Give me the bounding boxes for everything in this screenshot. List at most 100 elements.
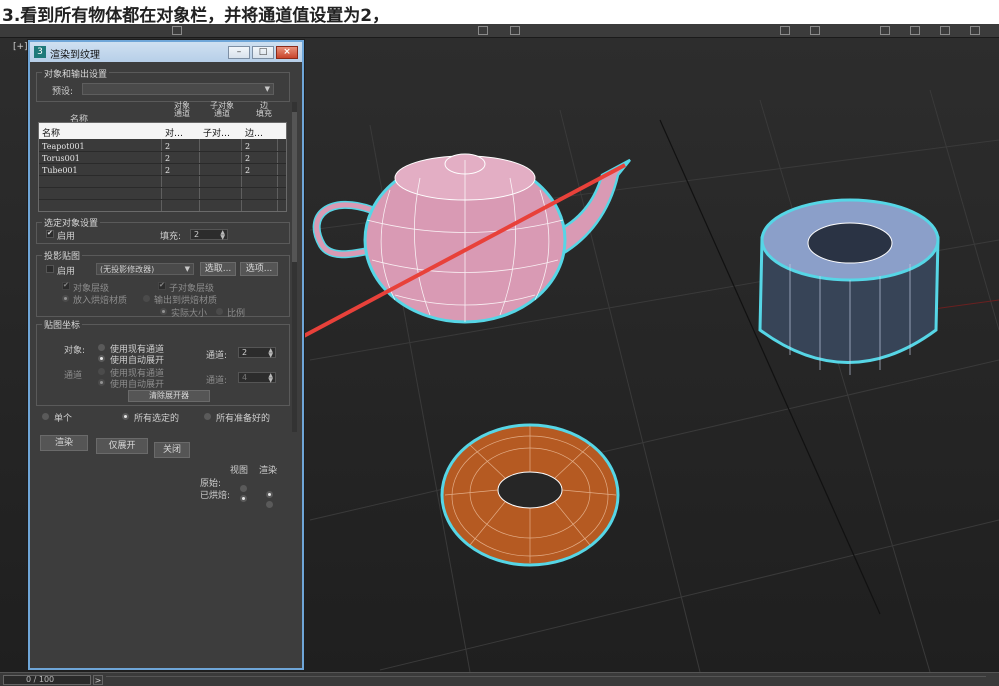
projection-enable-checkbox[interactable]: [46, 265, 54, 273]
chevron-down-icon: ▼: [184, 265, 190, 273]
padding-spinner[interactable]: 2 ▲ ▼: [190, 229, 228, 241]
dialog-title: 渲染到纹理: [50, 50, 100, 61]
render-button[interactable]: 渲染: [40, 435, 88, 451]
obj-channel-caption: 对象 通道: [174, 101, 190, 118]
sub-use-auto-label: 使用自动展开: [110, 380, 165, 390]
padding-label: 填充:: [160, 232, 182, 242]
material-editor-icon[interactable]: [880, 26, 890, 35]
row-padding: 2: [245, 166, 251, 175]
align-icon[interactable]: [780, 26, 790, 35]
use-existing-radio[interactable]: [98, 344, 105, 351]
row-name: Torus001: [42, 154, 80, 163]
preset-dropdown[interactable]: ▼: [82, 83, 274, 95]
subobject-level-checkbox[interactable]: [158, 281, 166, 290]
header-sub-channel[interactable]: 子对…: [203, 126, 230, 139]
row-padding: 2: [245, 154, 251, 163]
mirror-icon[interactable]: [510, 26, 520, 35]
original-view-radio[interactable]: [240, 485, 247, 492]
render-icon[interactable]: [970, 26, 980, 35]
row-obj-channel: 2: [165, 166, 171, 175]
chevron-down-icon: ▼: [264, 85, 270, 93]
put-to-baked-label: 放入烘焙材质: [73, 296, 128, 306]
table-row[interactable]: Torus001 2 2: [39, 153, 286, 164]
baked-render-radio[interactable]: [266, 501, 273, 508]
sub-use-existing-radio[interactable]: [98, 368, 105, 375]
render-frame-icon[interactable]: [940, 26, 950, 35]
render-to-texture-dialog: 3 渲染到纹理 – □ × 对象和输出设置 预设: ▼ 名称 对象 通道 子对象…: [28, 40, 304, 670]
frame-slider[interactable]: 0 / 100: [3, 675, 91, 685]
baked-label: 已烘焙:: [200, 491, 231, 501]
edge-padding-caption: 边 填充: [256, 101, 272, 118]
viewport-label[interactable]: [+]: [13, 42, 28, 52]
close-window-button[interactable]: ×: [276, 46, 298, 59]
ratio-radio[interactable]: [216, 308, 223, 315]
unwrap-only-button[interactable]: 仅展开: [96, 438, 148, 454]
torus-object[interactable]: [440, 423, 620, 567]
output-to-baked-radio[interactable]: [143, 295, 150, 302]
use-auto-unwrap-label: 使用自动展开: [110, 356, 165, 366]
table-row-empty: [39, 177, 286, 188]
all-prepared-label: 所有准备好的: [216, 414, 271, 424]
row-name: Teapot001: [42, 142, 85, 151]
header-obj-channel[interactable]: 对…: [165, 126, 183, 139]
teapot-object[interactable]: [312, 153, 631, 324]
next-frame-button[interactable]: >: [93, 675, 103, 685]
render-column-label: 渲染: [259, 466, 278, 476]
view-column-label: 视图: [230, 466, 249, 476]
all-selected-radio[interactable]: [122, 413, 129, 420]
sub-mapping-label: 通道: [64, 371, 83, 381]
projection-enable-label: 启用: [57, 267, 76, 277]
object-level-checkbox[interactable]: [62, 281, 70, 290]
projection-title: 投影贴图: [42, 249, 83, 262]
snap-icon[interactable]: [478, 26, 488, 35]
actual-size-radio[interactable]: [160, 308, 167, 315]
single-radio[interactable]: [42, 413, 49, 420]
timeline-track[interactable]: [106, 676, 986, 684]
select-icon[interactable]: [172, 26, 182, 35]
row-name: Tube001: [42, 166, 78, 175]
original-render-radio[interactable]: [266, 491, 273, 498]
clear-unwrapper-button[interactable]: 清除展开器: [128, 390, 210, 402]
spinner-arrows-icon[interactable]: ▲ ▼: [220, 230, 225, 241]
mapping-title: 贴图坐标: [42, 318, 83, 331]
render-setup-icon[interactable]: [910, 26, 920, 35]
projection-modifier-value: (无投影修改器): [100, 265, 155, 274]
enable-checkbox[interactable]: [46, 229, 54, 238]
single-label: 单个: [54, 414, 73, 424]
table-row-empty: [39, 189, 286, 200]
options-button[interactable]: 选项...: [240, 262, 278, 276]
all-prepared-radio[interactable]: [204, 413, 211, 420]
pick-button[interactable]: 选取...: [200, 262, 236, 276]
close-button[interactable]: 关闭: [154, 442, 190, 458]
dialog-scrollbar[interactable]: [292, 102, 297, 432]
channel-label: 通道:: [206, 351, 228, 361]
baked-view-radio[interactable]: [240, 495, 247, 502]
scrollbar-thumb[interactable]: [292, 112, 297, 262]
tube-object[interactable]: [758, 198, 940, 375]
header-padding[interactable]: 边…: [245, 126, 263, 139]
spinner-arrows-icon[interactable]: ▲ ▼: [268, 348, 273, 359]
selected-settings-title: 选定对象设置: [42, 216, 101, 229]
sub-channel-value: 4: [242, 373, 248, 382]
sub-channel-spinner[interactable]: 4 ▲ ▼: [238, 372, 276, 384]
put-to-baked-radio[interactable]: [62, 295, 69, 302]
actual-size-label: 实际大小: [171, 309, 208, 319]
spinner-arrows-icon[interactable]: ▲ ▼: [268, 373, 273, 384]
use-auto-unwrap-radio[interactable]: [98, 355, 105, 362]
sub-use-auto-radio[interactable]: [98, 379, 105, 386]
maximize-button[interactable]: □: [252, 46, 274, 59]
projection-modifier-dropdown[interactable]: (无投影修改器) ▼: [96, 263, 194, 275]
layer-icon[interactable]: [810, 26, 820, 35]
row-obj-channel: 2: [165, 154, 171, 163]
timeline: 0 / 100 >: [0, 672, 999, 686]
minimize-button[interactable]: –: [228, 46, 250, 59]
objects-table[interactable]: 名称 对… 子对… 边… Teapot001 2 2 Torus001 2 2 …: [38, 122, 287, 212]
channel-spinner[interactable]: 2 ▲ ▼: [238, 347, 276, 359]
enable-label: 启用: [57, 232, 76, 242]
padding-value: 2: [194, 230, 200, 239]
table-row[interactable]: Teapot001 2 2: [39, 141, 286, 152]
dialog-titlebar[interactable]: 3 渲染到纹理 – □ ×: [30, 42, 302, 62]
all-selected-label: 所有选定的: [134, 414, 180, 424]
header-name[interactable]: 名称: [42, 126, 60, 139]
table-row[interactable]: Tube001 2 2: [39, 165, 286, 176]
